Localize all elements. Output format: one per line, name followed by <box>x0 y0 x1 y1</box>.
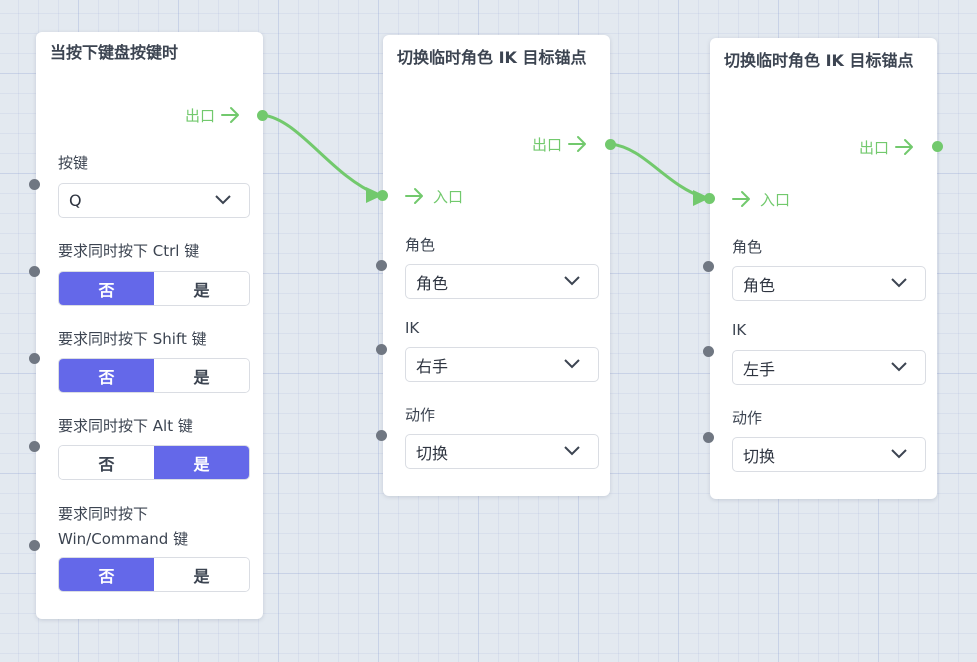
ik-select[interactable]: 左手 <box>732 350 926 385</box>
role-select[interactable]: 角色 <box>405 264 599 299</box>
chevron-down-icon <box>891 278 907 288</box>
chevron-down-icon <box>215 195 231 205</box>
arrow-right-icon <box>732 191 750 207</box>
action-value: 切换 <box>416 443 449 463</box>
chevron-down-icon <box>564 359 580 369</box>
entry-pin[interactable] <box>377 190 388 201</box>
node-switch-ik-anchor-1[interactable]: 切换临时角色 IK 目标锚点 出口 入口 角色 角色 IK 右手 动作 切换 <box>376 35 616 496</box>
role-pin[interactable] <box>376 260 387 271</box>
node-title: 当按下键盘按键时 <box>50 43 179 62</box>
alt-no-option[interactable]: 否 <box>59 446 154 479</box>
node-title: 切换临时角色 IK 目标锚点 <box>397 48 587 67</box>
node-title: 切换临时角色 IK 目标锚点 <box>724 51 914 70</box>
win-label: 要求同时按下 Win/Command 键 <box>58 502 188 552</box>
ik-value: 右手 <box>416 356 449 376</box>
ctrl-label: 要求同时按下 Ctrl 键 <box>58 242 200 260</box>
exit-port[interactable]: 出口 <box>185 104 243 126</box>
shift-pin[interactable] <box>29 353 40 364</box>
win-yes-option[interactable]: 是 <box>154 558 249 591</box>
exit-label: 出口 <box>531 135 562 154</box>
win-label-line2: Win/Command 键 <box>58 530 189 548</box>
exit-pin[interactable] <box>932 141 943 152</box>
ik-pin[interactable] <box>703 346 714 357</box>
alt-toggle[interactable]: 否 是 <box>58 445 250 480</box>
alt-pin[interactable] <box>29 441 40 452</box>
entry-label: 入口 <box>433 187 464 206</box>
alt-yes-option[interactable]: 是 <box>154 446 249 479</box>
ctrl-no-option[interactable]: 否 <box>59 272 154 305</box>
action-label: 动作 <box>405 406 436 424</box>
arrow-right-icon <box>405 188 423 204</box>
ctrl-pin[interactable] <box>29 266 40 277</box>
ik-value: 左手 <box>743 359 776 379</box>
shift-label: 要求同时按下 Shift 键 <box>58 330 207 348</box>
key-select[interactable]: Q <box>58 183 250 218</box>
action-pin[interactable] <box>703 432 714 443</box>
alt-label: 要求同时按下 Alt 键 <box>58 417 193 435</box>
ik-pin[interactable] <box>376 344 387 355</box>
win-toggle[interactable]: 否 是 <box>58 557 250 592</box>
action-value: 切换 <box>743 446 776 466</box>
exit-label: 出口 <box>184 106 215 125</box>
shift-toggle[interactable]: 否 是 <box>58 358 250 393</box>
exit-port[interactable]: 出口 <box>532 133 590 155</box>
action-select[interactable]: 切换 <box>732 437 926 472</box>
exit-port[interactable]: 出口 <box>859 136 917 158</box>
ctrl-yes-option[interactable]: 是 <box>154 272 249 305</box>
arrow-right-icon <box>895 139 913 155</box>
ctrl-toggle[interactable]: 否 是 <box>58 271 250 306</box>
arrow-right-icon <box>568 136 586 152</box>
shift-no-option[interactable]: 否 <box>59 359 154 392</box>
wire-node1-to-node2 <box>262 113 379 197</box>
ik-label: IK <box>405 319 420 337</box>
role-value: 角色 <box>416 273 449 293</box>
entry-label: 入口 <box>760 190 791 209</box>
chevron-down-icon <box>564 276 580 286</box>
role-label: 角色 <box>405 236 436 254</box>
chevron-down-icon <box>891 362 907 372</box>
arrow-right-icon <box>221 107 239 123</box>
win-no-option[interactable]: 否 <box>59 558 154 591</box>
role-label: 角色 <box>732 238 763 256</box>
role-value: 角色 <box>743 275 776 295</box>
action-pin[interactable] <box>376 430 387 441</box>
role-pin[interactable] <box>703 261 714 272</box>
key-label: 按键 <box>58 154 89 172</box>
node-keyboard-event[interactable]: 当按下键盘按键时 出口 按键 Q 要求同时按下 Ctrl 键 否 是 要求同时按… <box>29 32 268 619</box>
shift-yes-option[interactable]: 是 <box>154 359 249 392</box>
chevron-down-icon <box>564 446 580 456</box>
key-value: Q <box>69 191 82 210</box>
action-label: 动作 <box>732 409 763 427</box>
node-switch-ik-anchor-2[interactable]: 切换临时角色 IK 目标锚点 出口 入口 角色 角色 IK 左手 动作 切换 <box>703 38 943 499</box>
action-select[interactable]: 切换 <box>405 434 599 469</box>
ik-label: IK <box>732 321 747 339</box>
role-select[interactable]: 角色 <box>732 266 926 301</box>
exit-pin[interactable] <box>605 139 616 150</box>
chevron-down-icon <box>891 449 907 459</box>
ik-select[interactable]: 右手 <box>405 347 599 382</box>
entry-port[interactable]: 入口 <box>730 188 790 210</box>
win-label-line1: 要求同时按下 <box>58 505 149 523</box>
entry-pin[interactable] <box>704 193 715 204</box>
win-pin[interactable] <box>29 540 40 551</box>
exit-pin[interactable] <box>257 110 268 121</box>
exit-label: 出口 <box>858 138 889 157</box>
wire-node2-to-node3 <box>610 142 706 200</box>
entry-port[interactable]: 入口 <box>403 185 463 207</box>
key-pin[interactable] <box>29 179 40 190</box>
